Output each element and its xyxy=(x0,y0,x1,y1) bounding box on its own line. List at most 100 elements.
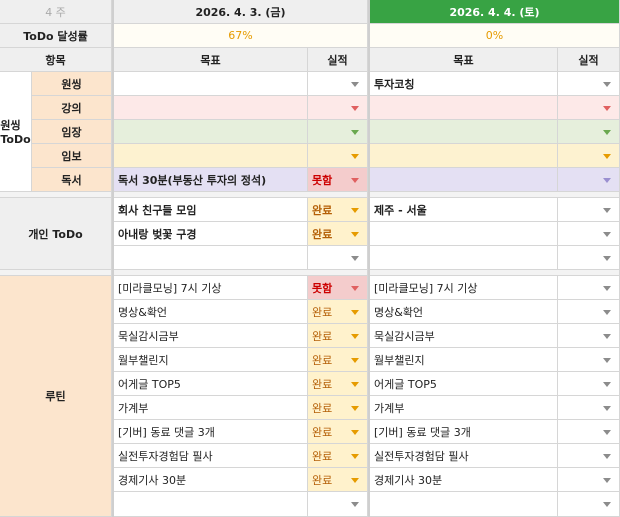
day1-goal-cell[interactable]: 명상&확언 xyxy=(114,300,308,324)
chevron-down-icon[interactable] xyxy=(351,232,359,237)
chevron-down-icon[interactable] xyxy=(603,406,611,411)
day2-goal-cell[interactable] xyxy=(370,120,558,144)
day1-goal-cell[interactable]: 독서 30분(부동산 투자의 정석) xyxy=(114,168,308,192)
day2-result-dropdown[interactable] xyxy=(558,468,620,492)
day2-result-dropdown[interactable] xyxy=(558,324,620,348)
chevron-down-icon[interactable] xyxy=(603,154,611,159)
day1-result-dropdown[interactable]: 완료 xyxy=(308,468,368,492)
chevron-down-icon[interactable] xyxy=(603,130,611,135)
day2-goal-cell[interactable]: 월부챌린지 xyxy=(370,348,558,372)
chevron-down-icon[interactable] xyxy=(351,256,359,261)
day2-goal-cell[interactable]: 묵실감시금부 xyxy=(370,324,558,348)
day1-result-dropdown[interactable] xyxy=(308,246,368,270)
day2-result-dropdown[interactable] xyxy=(558,372,620,396)
day1-goal-cell[interactable]: [미라클모닝] 7시 기상 xyxy=(114,276,308,300)
day1-result-dropdown[interactable] xyxy=(308,96,368,120)
chevron-down-icon[interactable] xyxy=(351,154,359,159)
day2-result-dropdown[interactable] xyxy=(558,348,620,372)
chevron-down-icon[interactable] xyxy=(603,454,611,459)
day1-goal-cell[interactable] xyxy=(114,72,308,96)
chevron-down-icon[interactable] xyxy=(351,130,359,135)
day1-result-dropdown[interactable] xyxy=(308,492,368,517)
day1-result-dropdown[interactable]: 완료 xyxy=(308,198,368,222)
day1-goal-cell[interactable]: 묵실감시금부 xyxy=(114,324,308,348)
day2-goal-cell[interactable] xyxy=(370,492,558,517)
day1-goal-cell[interactable] xyxy=(114,96,308,120)
day2-goal-cell[interactable] xyxy=(370,96,558,120)
chevron-down-icon[interactable] xyxy=(603,82,611,87)
day2-result-dropdown[interactable] xyxy=(558,96,620,120)
day2-result-dropdown[interactable] xyxy=(558,222,620,246)
day1-goal-cell[interactable]: 경제기사 30분 xyxy=(114,468,308,492)
day2-goal-cell[interactable]: 경제기사 30분 xyxy=(370,468,558,492)
chevron-down-icon[interactable] xyxy=(351,334,359,339)
day2-result-dropdown[interactable] xyxy=(558,198,620,222)
chevron-down-icon[interactable] xyxy=(351,106,359,111)
day2-result-dropdown[interactable] xyxy=(558,168,620,192)
day1-goal-cell[interactable] xyxy=(114,144,308,168)
day2-result-dropdown[interactable] xyxy=(558,144,620,168)
day2-result-dropdown[interactable] xyxy=(558,246,620,270)
day1-goal-cell[interactable]: 회사 친구들 모임 xyxy=(114,198,308,222)
day1-goal-cell[interactable] xyxy=(114,120,308,144)
day2-goal-cell[interactable] xyxy=(370,144,558,168)
chevron-down-icon[interactable] xyxy=(603,430,611,435)
day1-result-dropdown[interactable]: 완료 xyxy=(308,444,368,468)
chevron-down-icon[interactable] xyxy=(603,178,611,183)
day2-date-header[interactable]: 2026. 4. 4. (토) xyxy=(370,0,620,24)
day1-result-dropdown[interactable] xyxy=(308,72,368,96)
day2-result-dropdown[interactable] xyxy=(558,276,620,300)
day1-goal-cell[interactable]: 가계부 xyxy=(114,396,308,420)
chevron-down-icon[interactable] xyxy=(603,106,611,111)
day2-goal-cell[interactable] xyxy=(370,168,558,192)
chevron-down-icon[interactable] xyxy=(351,286,359,291)
day2-goal-cell[interactable]: [미라클모닝] 7시 기상 xyxy=(370,276,558,300)
day2-result-dropdown[interactable] xyxy=(558,120,620,144)
day2-goal-cell[interactable]: 제주 - 서울 xyxy=(370,198,558,222)
chevron-down-icon[interactable] xyxy=(351,358,359,363)
chevron-down-icon[interactable] xyxy=(603,310,611,315)
day1-result-dropdown[interactable]: 못함 xyxy=(308,276,368,300)
chevron-down-icon[interactable] xyxy=(351,208,359,213)
day1-goal-cell[interactable]: 아내랑 벚꽃 구경 xyxy=(114,222,308,246)
day2-result-dropdown[interactable] xyxy=(558,300,620,324)
day1-goal-cell[interactable]: 실전투자경험담 필사 xyxy=(114,444,308,468)
day1-goal-cell[interactable] xyxy=(114,492,308,517)
chevron-down-icon[interactable] xyxy=(351,430,359,435)
day2-result-dropdown[interactable] xyxy=(558,444,620,468)
day1-goal-cell[interactable]: [기버] 동료 댓글 3개 xyxy=(114,420,308,444)
day2-goal-cell[interactable]: 명상&확언 xyxy=(370,300,558,324)
chevron-down-icon[interactable] xyxy=(351,502,359,507)
day2-goal-cell[interactable] xyxy=(370,222,558,246)
day2-result-dropdown[interactable] xyxy=(558,396,620,420)
day1-result-dropdown[interactable]: 완료 xyxy=(308,300,368,324)
chevron-down-icon[interactable] xyxy=(603,256,611,261)
day2-goal-cell[interactable]: 가계부 xyxy=(370,396,558,420)
day2-result-dropdown[interactable] xyxy=(558,72,620,96)
day1-result-dropdown[interactable]: 완료 xyxy=(308,348,368,372)
day1-result-dropdown[interactable]: 못함 xyxy=(308,168,368,192)
day1-result-dropdown[interactable] xyxy=(308,120,368,144)
chevron-down-icon[interactable] xyxy=(603,334,611,339)
day2-result-dropdown[interactable] xyxy=(558,420,620,444)
chevron-down-icon[interactable] xyxy=(351,82,359,87)
chevron-down-icon[interactable] xyxy=(603,286,611,291)
chevron-down-icon[interactable] xyxy=(603,358,611,363)
chevron-down-icon[interactable] xyxy=(603,502,611,507)
day1-result-dropdown[interactable]: 완료 xyxy=(308,222,368,246)
day2-result-dropdown[interactable] xyxy=(558,492,620,517)
chevron-down-icon[interactable] xyxy=(351,406,359,411)
day1-goal-cell[interactable] xyxy=(114,246,308,270)
day1-goal-cell[interactable]: 월부챌린지 xyxy=(114,348,308,372)
day2-goal-cell[interactable]: 어게글 TOP5 xyxy=(370,372,558,396)
chevron-down-icon[interactable] xyxy=(351,454,359,459)
day1-result-dropdown[interactable]: 완료 xyxy=(308,372,368,396)
day1-goal-cell[interactable]: 어게글 TOP5 xyxy=(114,372,308,396)
day1-date-header[interactable]: 2026. 4. 3. (금) xyxy=(114,0,368,24)
day2-goal-cell[interactable]: 투자코칭 xyxy=(370,72,558,96)
day1-result-dropdown[interactable]: 완료 xyxy=(308,324,368,348)
chevron-down-icon[interactable] xyxy=(603,232,611,237)
day1-result-dropdown[interactable] xyxy=(308,144,368,168)
chevron-down-icon[interactable] xyxy=(603,382,611,387)
chevron-down-icon[interactable] xyxy=(603,478,611,483)
